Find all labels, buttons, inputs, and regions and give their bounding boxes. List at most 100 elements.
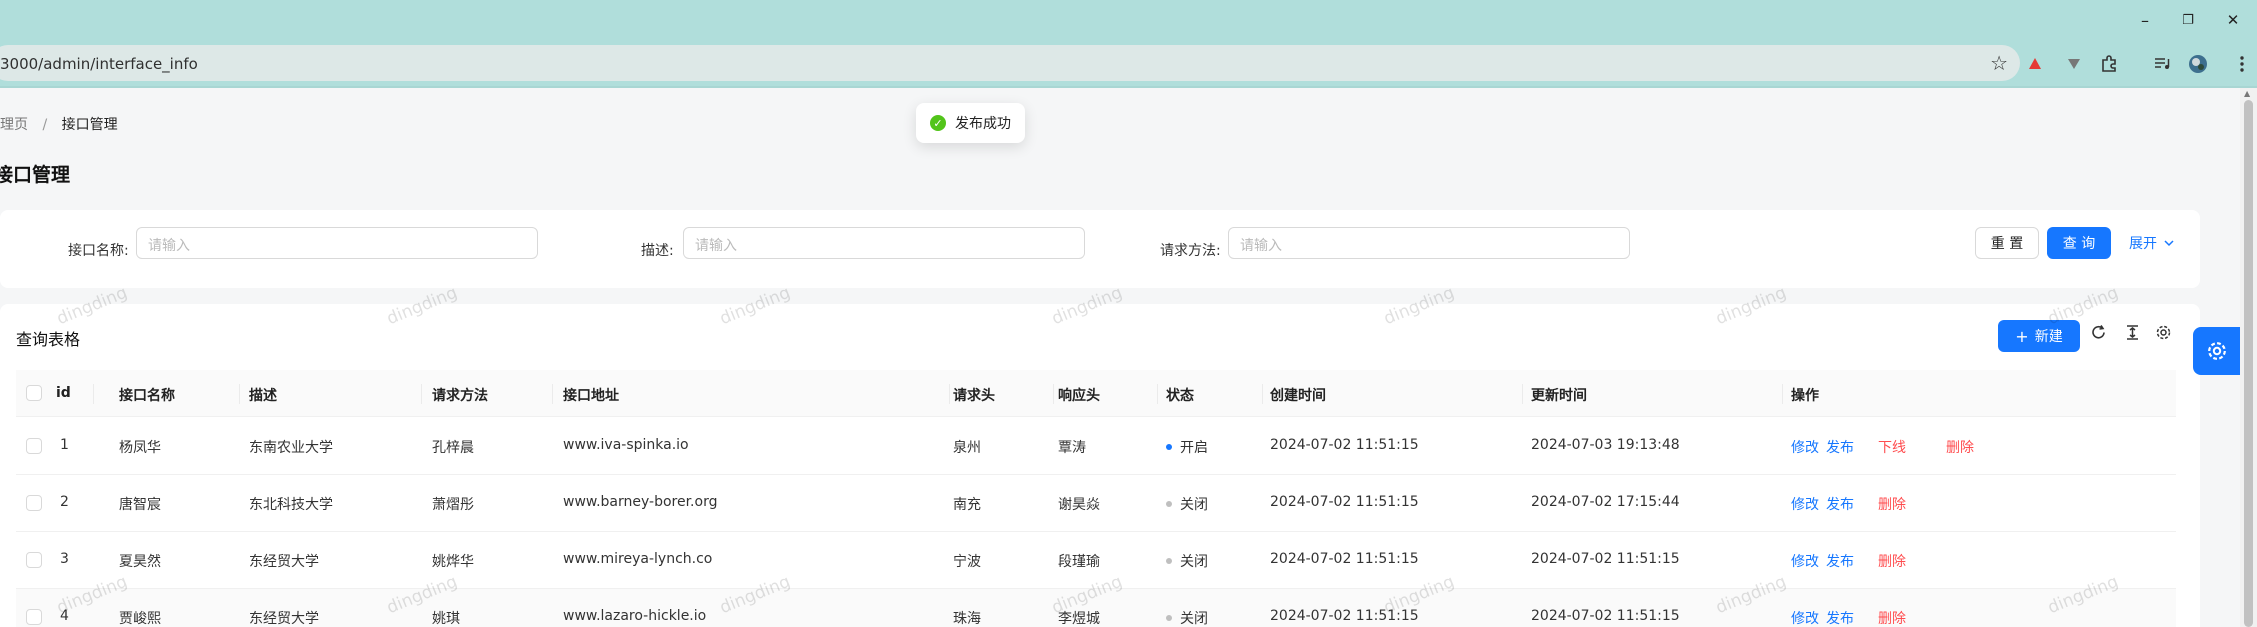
row-id: 3 [60,551,69,567]
column-divider [949,384,950,404]
row-checkbox[interactable] [26,609,42,625]
floating-settings-button[interactable] [2193,327,2241,375]
reload-icon[interactable] [2090,324,2107,346]
col-updated-time: 更新时间 [1531,388,1587,404]
publish-link[interactable]: 发布 [1826,494,1854,514]
status-text: 关闭 [1180,554,1208,570]
col-id: id [56,385,71,401]
breadcrumb-item-home[interactable]: 管理页 [0,117,28,133]
row-checkbox[interactable] [26,438,42,454]
breadcrumb-item-current: 接口管理 [61,117,118,133]
search-form: 接口名称: 请输入 描述: 请输入 请求方法: 请输入 重 置 查 询 展开 [0,210,2200,288]
column-divider [1782,384,1783,404]
check-circle-icon: ✓ [930,115,946,131]
reset-button[interactable]: 重 置 [1975,227,2039,259]
col-request-method: 请求方法 [432,388,488,404]
expand-label: 展开 [2129,236,2157,252]
delete-link[interactable]: 删除 [1878,494,1906,514]
request-method-input[interactable]: 请输入 [1228,227,1630,259]
publish-link[interactable]: 发布 [1826,437,1854,457]
edit-link[interactable]: 修改 [1791,437,1819,457]
extension-funnel-icon[interactable] [2062,52,2086,76]
row-created-time: 2024-07-02 11:51:15 [1270,551,1419,567]
row-interface-url: www.mireya-lynch.co [563,551,713,567]
table-header: id 接口名称 描述 请求方法 接口地址 请求头 响应头 状态 创建时间 更新时… [16,370,2176,417]
row-created-time: 2024-07-02 11:51:15 [1270,608,1419,624]
row-response-header: 段瑾瑜 [1058,554,1100,570]
row-request-header: 宁波 [953,554,981,570]
status-dot [1166,501,1172,507]
row-id: 2 [60,494,69,510]
scrollbar-thumb[interactable] [2244,100,2253,627]
scroll-up-arrow-icon[interactable]: ▲ [2244,89,2250,98]
page-content: 管理页 / 接口管理 接口管理 ✓ 发布成功 接口名称: 请输入 描述: 请输入… [0,88,2241,627]
publish-link[interactable]: 发布 [1826,608,1854,627]
row-response-header: 李煜城 [1058,611,1100,627]
edit-link[interactable]: 修改 [1791,551,1819,571]
new-button-label: 新建 [2034,329,2063,345]
row-request-header: 泉州 [953,440,981,456]
column-divider [421,384,422,404]
row-interface-url: www.lazaro-hickle.io [563,608,707,624]
row-request-method: 萧熠彤 [432,497,474,513]
browser-titlebar: – ❐ ✕ [0,0,2257,40]
url-text[interactable]: 3000/admin/interface_info [0,55,198,73]
row-checkbox[interactable] [26,495,42,511]
page-title: 接口管理 [0,164,71,186]
close-icon[interactable]: ✕ [2203,4,2257,36]
row-updated-time: 2024-07-02 11:51:15 [1531,551,1680,567]
media-control-icon[interactable] [2150,52,2174,76]
status-dot [1166,615,1172,621]
profile-avatar-icon[interactable] [2186,52,2210,76]
status-dot [1166,558,1172,564]
description-input[interactable]: 请输入 [683,227,1085,259]
col-description: 描述 [249,388,277,404]
description-label: 描述: [641,243,674,259]
toast-message: 发布成功 [955,116,1011,132]
row-status: 关闭 [1166,608,1208,627]
plus-icon: + [2015,326,2029,346]
row-interface-url: www.iva-spinka.io [563,437,689,453]
status-text: 关闭 [1180,611,1208,627]
row-request-method: 姚烨华 [432,554,474,570]
row-updated-time: 2024-07-03 19:13:48 [1531,437,1680,453]
col-created-time: 创建时间 [1270,388,1326,404]
delete-link[interactable]: 删除 [1878,608,1906,627]
row-status: 关闭 [1166,551,1208,571]
column-divider [1522,384,1523,404]
extension-red-icon[interactable] [2023,52,2047,76]
settings-gear-icon[interactable] [2155,324,2172,346]
table-title: 查询表格 [16,330,81,349]
offline-link[interactable]: 下线 [1878,437,1906,457]
interface-name-input[interactable]: 请输入 [136,227,538,259]
edit-link[interactable]: 修改 [1791,608,1819,627]
delete-link[interactable]: 删除 [1946,437,1974,457]
row-created-time: 2024-07-02 11:51:15 [1270,437,1419,453]
status-text: 关闭 [1180,497,1208,513]
delete-link[interactable]: 删除 [1878,551,1906,571]
chevron-down-icon [2164,240,2174,247]
publish-link[interactable]: 发布 [1826,551,1854,571]
extensions-puzzle-icon[interactable] [2097,52,2121,76]
address-bar[interactable]: 3000/admin/interface_info ☆ [0,45,2020,81]
bookmark-star-icon[interactable]: ☆ [1990,51,2008,75]
row-request-header: 南充 [953,497,981,513]
row-interface-name: 贾峻熙 [119,611,161,627]
col-actions: 操作 [1791,388,1819,404]
column-divider [93,384,94,404]
edit-link[interactable]: 修改 [1791,494,1819,514]
query-button[interactable]: 查 询 [2047,227,2111,259]
column-divider [1053,384,1054,404]
request-method-label: 请求方法: [1160,243,1221,259]
expand-toggle[interactable]: 展开 [2122,227,2182,259]
interface-name-label: 接口名称: [68,243,129,259]
row-description: 东经贸大学 [249,554,319,570]
breadcrumb: 管理页 / 接口管理 [0,114,118,134]
page-scrollbar[interactable]: ▲ [2240,88,2257,627]
select-all-checkbox[interactable] [26,385,42,401]
browser-menu-icon[interactable] [2230,52,2254,76]
column-height-icon[interactable] [2125,324,2140,346]
row-checkbox[interactable] [26,552,42,568]
new-button[interactable]: + 新建 [1998,320,2080,352]
row-updated-time: 2024-07-02 17:15:44 [1531,494,1680,510]
